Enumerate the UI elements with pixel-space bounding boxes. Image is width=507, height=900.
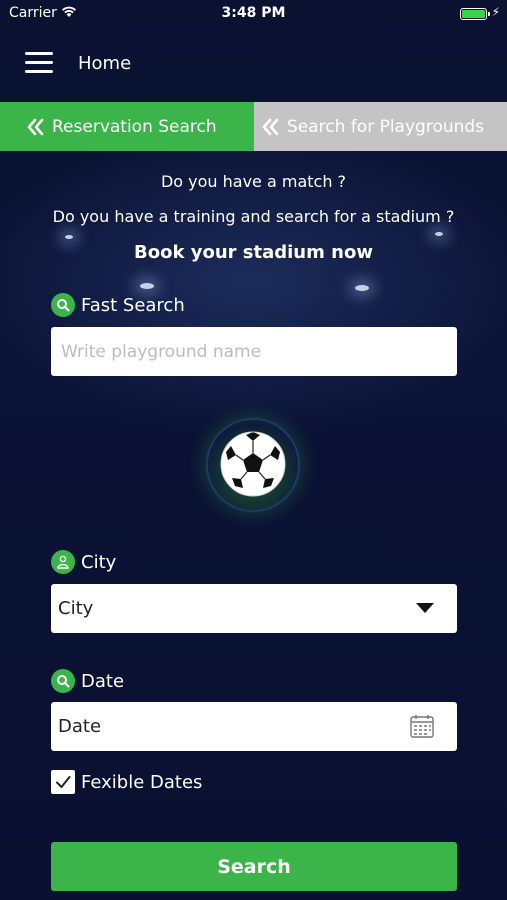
stadium-light (435, 232, 443, 236)
search-input[interactable] (58, 341, 457, 362)
hamburger-icon-bar (25, 52, 53, 55)
tab-reservation-search[interactable]: Reservation Search (0, 102, 254, 151)
calendar-icon[interactable] (409, 713, 435, 739)
intro-headline: Book your stadium now (134, 242, 373, 263)
flexible-dates-label: Fexible Dates (81, 771, 203, 793)
battery-level (462, 10, 485, 18)
hamburger-icon-bar (25, 61, 53, 64)
date-label: Date (81, 670, 125, 692)
fast-search-label: Fast Search (81, 294, 185, 316)
checkmark-icon (56, 776, 71, 788)
fast-search-label-row: Fast Search (51, 293, 185, 317)
intro-question-training: Do you have a training and search for a … (52, 207, 455, 226)
flexible-dates-checkbox[interactable] (51, 770, 75, 794)
tab-bar: Reservation Search Search for Playground… (0, 102, 507, 151)
battery-icon (460, 8, 490, 20)
city-label: City (81, 551, 117, 573)
stadium-light (355, 285, 369, 291)
stadium-light (140, 283, 154, 289)
soccer-ball-icon (220, 431, 286, 497)
tab-label: Search for Playgrounds (287, 116, 485, 137)
status-bar: Carrier 3:48 PM ⚡ (0, 0, 507, 28)
search-icon (51, 293, 75, 317)
tab-search-playgrounds[interactable]: Search for Playgrounds (254, 102, 507, 151)
search-button[interactable]: Search (51, 842, 457, 891)
app-screen: Carrier 3:48 PM ⚡ Home Reservation Searc… (0, 0, 507, 900)
date-label-row: Date (51, 669, 124, 693)
intro-question-match: Do you have a match ? (160, 172, 347, 191)
dropdown-arrow-icon (416, 603, 434, 613)
soccer-ball-logo (208, 420, 298, 510)
fast-search-field[interactable] (51, 327, 457, 376)
double-chevron-left-icon (262, 118, 279, 135)
charging-bolt-icon: ⚡ (491, 5, 500, 19)
city-label-row: City (51, 550, 116, 574)
city-select[interactable]: City (51, 584, 457, 633)
date-field-value: Date (58, 716, 102, 737)
city-select-value: City (58, 598, 94, 619)
double-chevron-left-icon (27, 118, 44, 135)
hamburger-menu-button[interactable] (25, 52, 53, 74)
nav-bar: Home (0, 28, 507, 102)
clock: 3:48 PM (221, 5, 286, 21)
battery-tip (488, 12, 490, 16)
search-icon (51, 669, 75, 693)
flexible-dates-row[interactable]: Fexible Dates (51, 770, 202, 794)
tab-label: Reservation Search (52, 116, 217, 137)
page-title: Home (78, 53, 132, 74)
location-person-icon (51, 550, 75, 574)
hamburger-icon-bar (25, 70, 53, 73)
stadium-light (65, 235, 73, 239)
date-field[interactable]: Date (51, 702, 457, 751)
